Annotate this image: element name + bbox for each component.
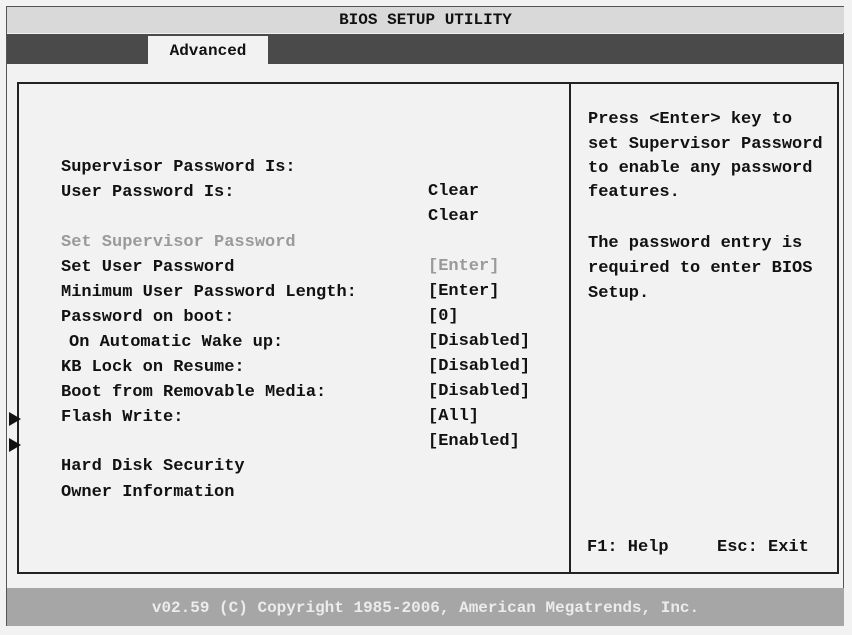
window-title: BIOS SETUP UTILITY xyxy=(7,7,844,33)
help-key: F1: Help xyxy=(587,538,669,557)
submenu-label: Owner Information xyxy=(61,483,235,502)
setting-kb-lock-on-resume[interactable]: KB Lock on Resume: [Disabled] xyxy=(45,332,530,401)
setting-boot-from-removable-media[interactable]: Boot from Removable Media: [All] xyxy=(45,357,479,426)
setting-label: Set Supervisor Password xyxy=(61,233,296,252)
setting-value[interactable]: [Disabled] xyxy=(428,330,530,354)
setting-min-password-length[interactable]: Minimum User Password Length: [0] xyxy=(45,257,459,326)
supervisor-password-status: Supervisor Password Is: Clear xyxy=(45,132,479,201)
submenu-label: Hard Disk Security xyxy=(61,457,245,476)
setting-value: [Enter] xyxy=(428,257,500,276)
setting-value[interactable]: [Disabled] xyxy=(428,380,530,404)
setting-password-on-boot[interactable]: Password on boot: [Disabled] xyxy=(45,282,530,351)
user-password-status-label: User Password Is: xyxy=(61,183,235,202)
supervisor-password-status-value: Clear xyxy=(428,182,480,201)
help-line: features. xyxy=(588,183,680,202)
user-password-status-value: Clear xyxy=(428,207,480,226)
help-line: Press <Enter> key to xyxy=(588,110,793,129)
tab-strip xyxy=(7,34,844,64)
help-line: set Supervisor Password xyxy=(588,135,823,154)
help-keys: F1: Help Esc: Exit xyxy=(587,536,827,560)
setting-label: Set User Password xyxy=(61,258,235,277)
setting-value[interactable]: [Disabled] xyxy=(428,355,530,379)
setting-label: KB Lock on Resume: xyxy=(61,358,245,377)
help-line: The password entry is xyxy=(588,234,803,253)
setting-value[interactable]: [Enabled] xyxy=(428,430,520,454)
setting-label: Minimum User Password Length: xyxy=(61,283,357,302)
supervisor-password-status-label: Supervisor Password Is: xyxy=(61,158,296,177)
setting-label: Boot from Removable Media: xyxy=(61,383,327,402)
setting-value[interactable]: [Enter] xyxy=(428,280,499,304)
setting-value[interactable]: [0] xyxy=(428,305,459,329)
copyright-bar: v02.59 (C) Copyright 1985-2006, American… xyxy=(7,588,844,626)
setting-set-supervisor-password: Set Supervisor Password [Enter] xyxy=(45,207,499,276)
help-line: required to enter BIOS xyxy=(588,259,813,278)
setting-flash-write[interactable]: Flash Write: [Enabled] xyxy=(45,382,520,451)
setting-label: Password on boot: xyxy=(61,308,235,327)
triangle-right-icon xyxy=(9,412,21,426)
setting-label: Flash Write: xyxy=(61,408,184,427)
setting-set-user-password[interactable]: Set User Password [Enter] xyxy=(45,232,499,301)
submenu-hard-disk-security[interactable]: Hard Disk Security xyxy=(9,407,245,476)
help-line: Setup. xyxy=(588,284,650,303)
setting-label: On Automatic Wake up: xyxy=(69,333,284,352)
triangle-right-icon xyxy=(9,438,21,452)
setting-on-automatic-wake-up[interactable]: On Automatic Wake up: [Disabled] xyxy=(45,307,530,376)
exit-key: Esc: Exit xyxy=(717,538,809,557)
help-line: to enable any password xyxy=(588,159,813,178)
setting-value[interactable]: [All] xyxy=(428,405,479,429)
submenu-owner-information[interactable]: Owner Information xyxy=(9,433,234,502)
tab-advanced[interactable]: Advanced xyxy=(148,36,268,64)
user-password-status: User Password Is: Clear xyxy=(45,157,479,226)
